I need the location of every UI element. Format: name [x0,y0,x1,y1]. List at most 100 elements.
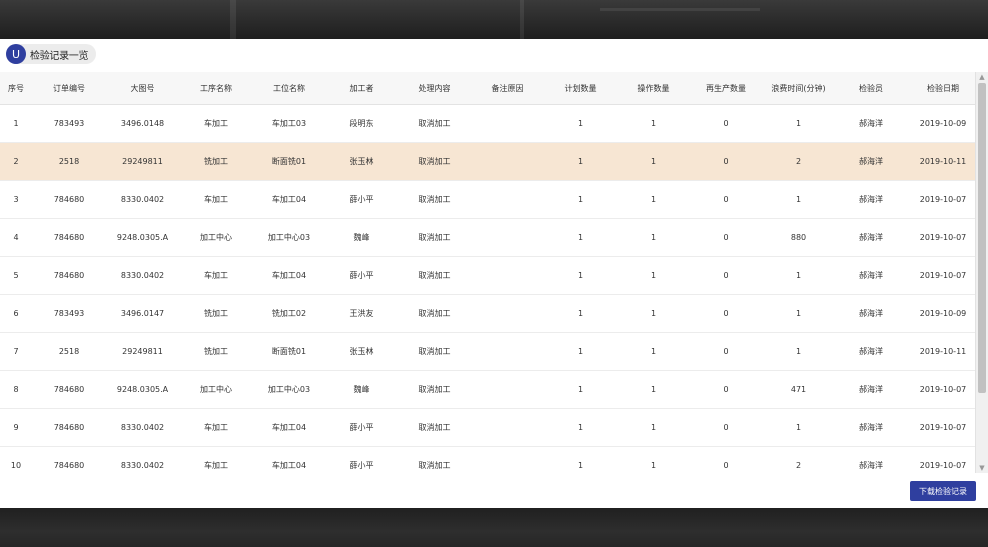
table-cell [471,408,544,447]
table-cell: 车加工 [179,180,253,219]
column-header: 序号 [0,72,32,105]
table-row[interactable]: 3 784680 8330.0402 车加工 车加工04 薛小平 取消加工 1 1 0 1 郝海洋 20… [0,180,979,219]
scroll-up-icon[interactable]: ▲ [976,72,988,82]
table-row[interactable]: 7 2518 29249811 铣加工 断面铣01 张玉林 取消加工 1 1 0 1 郝海洋 2019-… [0,332,979,371]
table-cell: 铣加工 [179,332,253,371]
table-cell [471,446,544,473]
table-row[interactable]: 1 783493 3496.0148 车加工 车加工03 段明东 取消加工 1 1 0 1 郝海洋 20… [0,104,979,143]
records-table: 序号 订单编号 大图号 工序名称 工位名称 加工者 处理内容 备注原因 计划数量 操作数量 再生产数… [0,72,979,473]
table-cell: 1 [544,294,617,333]
table-cell: 取消加工 [398,218,471,257]
scrollbar-thumb[interactable] [978,83,986,393]
table-cell: 2 [762,142,835,181]
table-cell: 车加工04 [253,446,325,473]
table-header: 序号 订单编号 大图号 工序名称 工位名称 加工者 处理内容 备注原因 计划数量 操作数量 再生产数… [0,72,979,105]
table-cell: 取消加工 [398,332,471,371]
table-cell: 2518 [32,332,106,371]
column-header: 操作数量 [617,72,690,105]
table-cell: 铣加工 [179,294,253,333]
table-cell: 郝海洋 [835,180,907,219]
table-cell: 784680 [32,180,106,219]
table-cell: 加工中心03 [253,370,325,409]
table-cell: 1 [544,332,617,371]
table-cell: 0 [690,142,762,181]
table-cell: 取消加工 [398,180,471,219]
table-cell: 1 [617,446,690,473]
table-cell: 车加工 [179,104,253,143]
table-cell [471,104,544,143]
table-cell: 加工中心03 [253,218,325,257]
table-cell: 2019-10-07 [907,370,979,409]
table-cell [471,180,544,219]
table-cell: 郝海洋 [835,104,907,143]
table-cell: 郝海洋 [835,256,907,295]
column-header: 订单编号 [32,72,106,105]
table-cell: 1 [544,218,617,257]
download-inspection-records-button[interactable]: 下载检验记录 [910,481,976,501]
panel-header: U 检验记录一览 [6,44,97,64]
table-cell: 加工中心 [179,218,253,257]
table-cell: 取消加工 [398,294,471,333]
table-cell: 784680 [32,256,106,295]
table-cell: 1 [617,332,690,371]
table-cell: 2019-10-07 [907,218,979,257]
table-cell: 2019-10-11 [907,142,979,181]
table-cell: 薛小平 [325,446,398,473]
table-cell: 张玉林 [325,332,398,371]
column-header: 检验员 [835,72,907,105]
table-cell: 0 [690,256,762,295]
header-row: 序号 订单编号 大图号 工序名称 工位名称 加工者 处理内容 备注原因 计划数量 操作数量 再生产数… [0,72,979,105]
table-cell: 1 [544,446,617,473]
table-cell: 784680 [32,370,106,409]
table-row[interactable]: 9 784680 8330.0402 车加工 车加工04 薛小平 取消加工 1 1 0 1 郝海洋 20… [0,408,979,447]
table-scrollbar[interactable]: ▲ ▼ [975,72,988,473]
column-header: 检验日期 [907,72,979,105]
table-cell: 1 [0,104,32,143]
table-cell: 1 [762,104,835,143]
table-cell: 车加工04 [253,180,325,219]
table-cell: 7 [0,332,32,371]
table-row[interactable]: 10 784680 8330.0402 车加工 车加工04 薛小平 取消加工 1 1 0 2 郝海洋 2… [0,446,979,473]
scroll-down-icon[interactable]: ▼ [976,463,988,473]
column-header: 处理内容 [398,72,471,105]
table-cell: 1 [617,408,690,447]
table-cell: 魏峰 [325,370,398,409]
table-cell: 薛小平 [325,408,398,447]
table-cell: 1 [617,218,690,257]
column-header: 加工者 [325,72,398,105]
table-cell: 车加工04 [253,408,325,447]
background-bottom [0,508,988,547]
table-cell: 取消加工 [398,446,471,473]
table-cell: 加工中心 [179,370,253,409]
table-cell: 2518 [32,142,106,181]
table-cell: 1 [544,180,617,219]
table-row[interactable]: 2 2518 29249811 铣加工 断面铣01 张玉林 取消加工 1 1 0 2 郝海洋 2019-… [0,142,979,181]
background-beam [230,0,236,39]
table-row[interactable]: 8 784680 9248.0305.A 加工中心 加工中心03 魏峰 取消加工 1 1 0 471… [0,370,979,409]
table-cell: 段明东 [325,104,398,143]
table-cell: 3 [0,180,32,219]
table-cell: 2019-10-09 [907,294,979,333]
table-row[interactable]: 4 784680 9248.0305.A 加工中心 加工中心03 魏峰 取消加工 1 1 0 880… [0,218,979,257]
table-cell: 1 [617,142,690,181]
column-header: 工位名称 [253,72,325,105]
records-table-container: 序号 订单编号 大图号 工序名称 工位名称 加工者 处理内容 备注原因 计划数量 操作数量 再生产数… [0,72,988,473]
table-cell: 1 [762,256,835,295]
table-cell: 2019-10-11 [907,332,979,371]
table-cell: 0 [690,332,762,371]
table-cell: 1 [544,256,617,295]
table-cell: 车加工 [179,408,253,447]
table-cell: 1 [617,256,690,295]
table-row[interactable]: 6 783493 3496.0147 铣加工 铣加工02 王洪友 取消加工 1 1 0 1 郝海洋 20… [0,294,979,333]
table-cell: 魏峰 [325,218,398,257]
column-header: 工序名称 [179,72,253,105]
table-row[interactable]: 5 784680 8330.0402 车加工 车加工04 薛小平 取消加工 1 1 0 1 郝海洋 20… [0,256,979,295]
background-top [0,0,988,39]
table-cell: 783493 [32,104,106,143]
table-cell: 铣加工 [179,142,253,181]
table-cell: 1 [617,370,690,409]
table-cell: 郝海洋 [835,218,907,257]
table-cell: 薛小平 [325,256,398,295]
table-cell: 8330.0402 [106,180,179,219]
table-cell [471,256,544,295]
